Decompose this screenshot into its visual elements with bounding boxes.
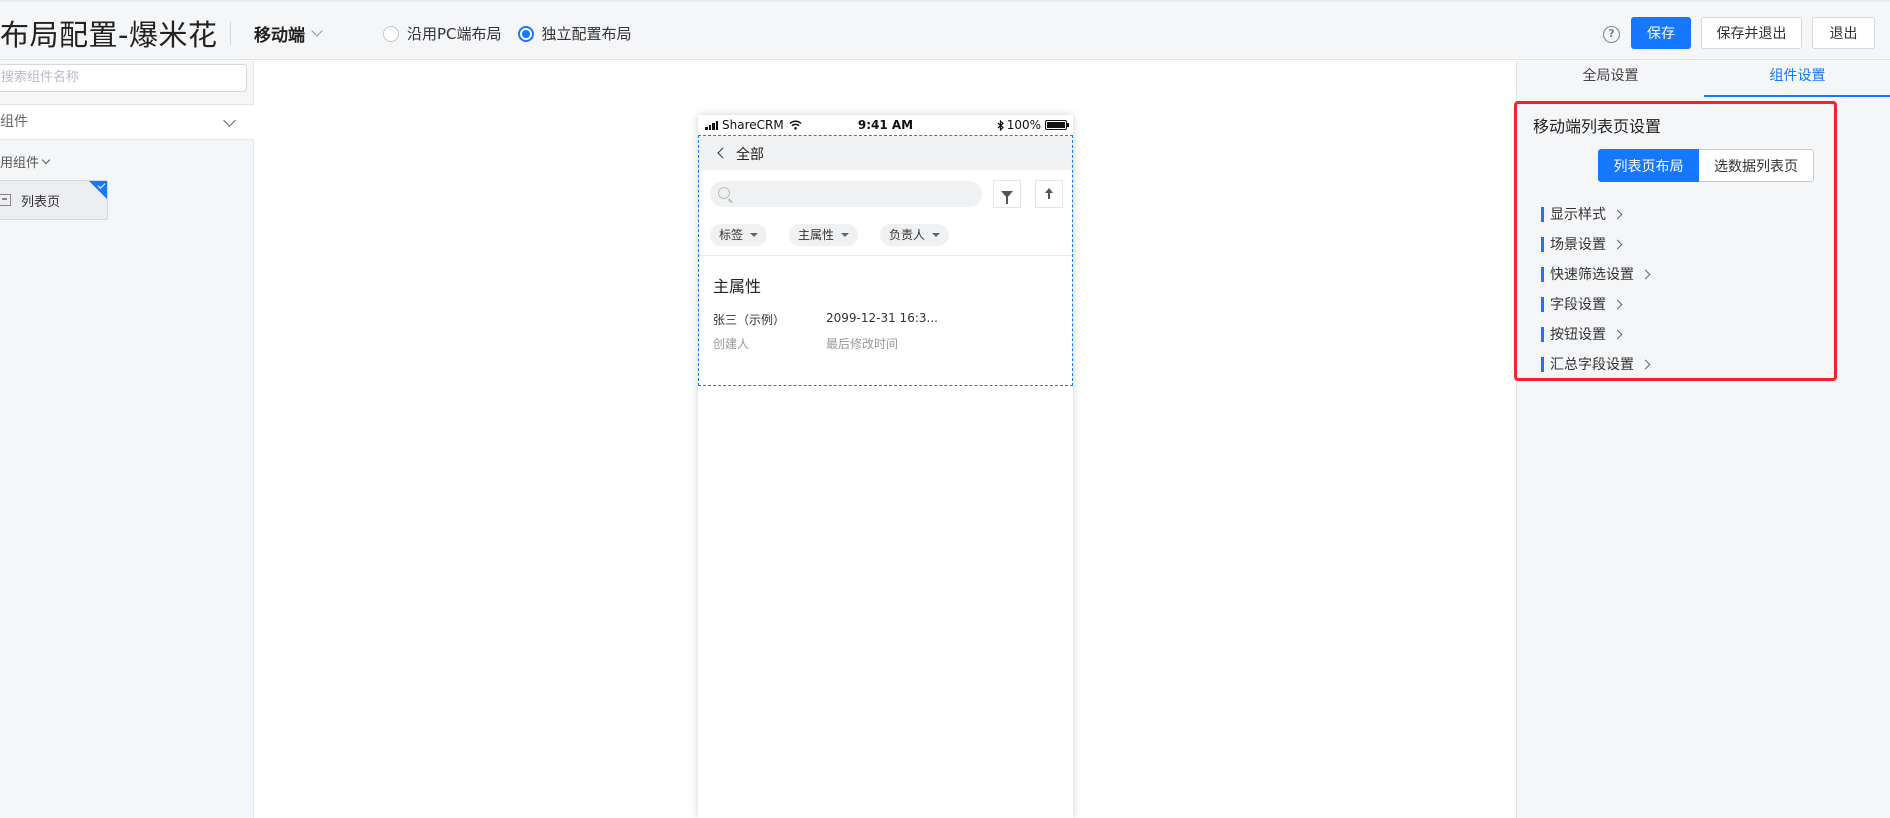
component-card-label: 列表页 (21, 194, 61, 210)
settings-panel: 全局设置 组件设置 移动端列表页设置 列表页布局 选数据列表页 显示样式 场景设… (1514, 61, 1890, 818)
nav-title: 全部 (736, 147, 764, 163)
field-label-modified-time: 最后修改时间 (826, 337, 899, 351)
setting-label: 快速筛选设置 (1550, 267, 1634, 283)
list-item-card[interactable]: 主属性 张三（示例） 2099-12-31 16:3... 创建人 最后修改时间 (699, 257, 1072, 385)
radio-circle-icon (383, 25, 399, 42)
filter-chip-owner[interactable]: 负责人 (880, 224, 950, 246)
setting-label: 汇总字段设置 (1550, 357, 1634, 373)
segment-list-layout[interactable]: 列表页布局 (1598, 149, 1699, 182)
setting-label: 场景设置 (1550, 237, 1606, 253)
phone-status-bar: ShareCRM 9:41 AM 100% (698, 115, 1073, 135)
phone-nav-bar: 全部 (699, 136, 1072, 170)
filter-chip-tag[interactable]: 标签 (710, 224, 768, 246)
component-library-panel: 搜索组件名称 组件 用组件 列表页 (0, 61, 254, 818)
exit-button[interactable]: 退出 (1812, 17, 1875, 49)
list-layout-segmented-control: 列表页布局 选数据列表页 (1598, 149, 1814, 182)
accent-bar (1541, 356, 1544, 372)
list-page-component-preview[interactable]: 全部 标签 主属性 负责人 主属性 张三（示例） 2099-12-31 16:3… (698, 135, 1073, 386)
filter-button[interactable] (993, 180, 1021, 208)
radio-checked-icon (517, 25, 534, 42)
field-value-creator: 张三（示例） (713, 313, 786, 327)
segment-select-data-list[interactable]: 选数据列表页 (1699, 149, 1814, 182)
battery-icon (1045, 120, 1069, 130)
setting-label: 字段设置 (1550, 297, 1606, 313)
status-right: 100% (997, 118, 1069, 132)
chevron-right-icon (1612, 329, 1623, 339)
phone-search-row (699, 170, 1072, 216)
radio-independent-layout[interactable]: 独立配置布局 (517, 23, 632, 44)
setting-item-display-style[interactable]: 显示样式 (1541, 204, 1623, 224)
save-and-exit-button[interactable]: 保存并退出 (1701, 17, 1802, 49)
platform-label: 移动端 (254, 26, 305, 46)
filter-icon (1001, 190, 1013, 204)
radio-label: 独立配置布局 (541, 25, 632, 43)
chevron-right-icon (1612, 299, 1623, 309)
layout-mode-radio-group: 沿用PC端布局 独立配置布局 (383, 23, 648, 44)
phone-search-input[interactable] (710, 181, 982, 207)
card-title: 主属性 (713, 277, 762, 296)
platform-dropdown[interactable]: 移动端 (254, 21, 323, 46)
component-group-label: 组件 (0, 114, 28, 130)
chevron-down-icon (41, 155, 51, 164)
chevron-right-icon (1640, 359, 1651, 369)
chevron-right-icon (1612, 209, 1623, 219)
battery-percent: 100% (1006, 118, 1041, 132)
setting-item-summary-fields[interactable]: 汇总字段设置 (1541, 354, 1651, 374)
accent-bar (1541, 296, 1544, 312)
chevron-right-icon (1640, 269, 1651, 279)
field-label-creator: 创建人 (713, 337, 750, 351)
setting-item-buttons[interactable]: 按钮设置 (1541, 324, 1623, 344)
page-title: 布局配置-爆米花 (0, 18, 218, 52)
search-icon (718, 187, 730, 199)
chevron-right-icon (1612, 239, 1623, 249)
component-subgroup-toggle[interactable]: 用组件 (0, 152, 51, 171)
help-icon[interactable]: ? (1603, 26, 1620, 43)
list-page-icon (0, 194, 11, 206)
tab-global-settings[interactable]: 全局设置 (1517, 61, 1704, 97)
setting-item-scene[interactable]: 场景设置 (1541, 234, 1623, 254)
back-arrow-icon[interactable] (717, 147, 729, 159)
component-group-header[interactable]: 组件 (0, 104, 254, 140)
setting-label: 显示样式 (1550, 207, 1606, 223)
field-value-modified-time: 2099-12-31 16:3... (826, 311, 938, 325)
arrow-up-icon (1045, 188, 1053, 199)
accent-bar (1541, 236, 1544, 252)
accent-bar (1541, 206, 1544, 222)
filter-chip-main-attribute[interactable]: 主属性 (789, 224, 859, 246)
top-bar: 布局配置-爆米花 移动端 沿用PC端布局 独立配置布局 ? 保存 保存并退出 退… (0, 0, 1890, 60)
accent-bar (1541, 326, 1544, 342)
bluetooth-icon (997, 119, 1004, 131)
tab-component-settings[interactable]: 组件设置 (1704, 61, 1890, 97)
chevron-down-icon (223, 114, 236, 127)
title-divider (230, 21, 231, 45)
setting-item-fields[interactable]: 字段设置 (1541, 294, 1623, 314)
subgroup-label: 用组件 (0, 156, 40, 171)
setting-item-quick-filter[interactable]: 快速筛选设置 (1541, 264, 1651, 284)
settings-tabs: 全局设置 组件设置 (1517, 61, 1890, 97)
component-search-input[interactable]: 搜索组件名称 (0, 64, 247, 92)
section-title: 移动端列表页设置 (1533, 117, 1662, 136)
accent-bar (1541, 266, 1544, 282)
radio-use-pc-layout[interactable]: 沿用PC端布局 (383, 23, 502, 44)
sort-button[interactable] (1035, 180, 1063, 208)
chevron-down-icon (311, 25, 323, 37)
radio-label: 沿用PC端布局 (407, 25, 502, 43)
save-button[interactable]: 保存 (1631, 17, 1691, 49)
setting-label: 按钮设置 (1550, 327, 1606, 343)
quick-filter-chips: 标签 主属性 负责人 (699, 216, 1072, 256)
component-card-list-page[interactable]: 列表页 (0, 180, 108, 220)
phone-preview: ShareCRM 9:41 AM 100% 全部 标签 主属性 负责人 主属性 … (698, 115, 1073, 818)
